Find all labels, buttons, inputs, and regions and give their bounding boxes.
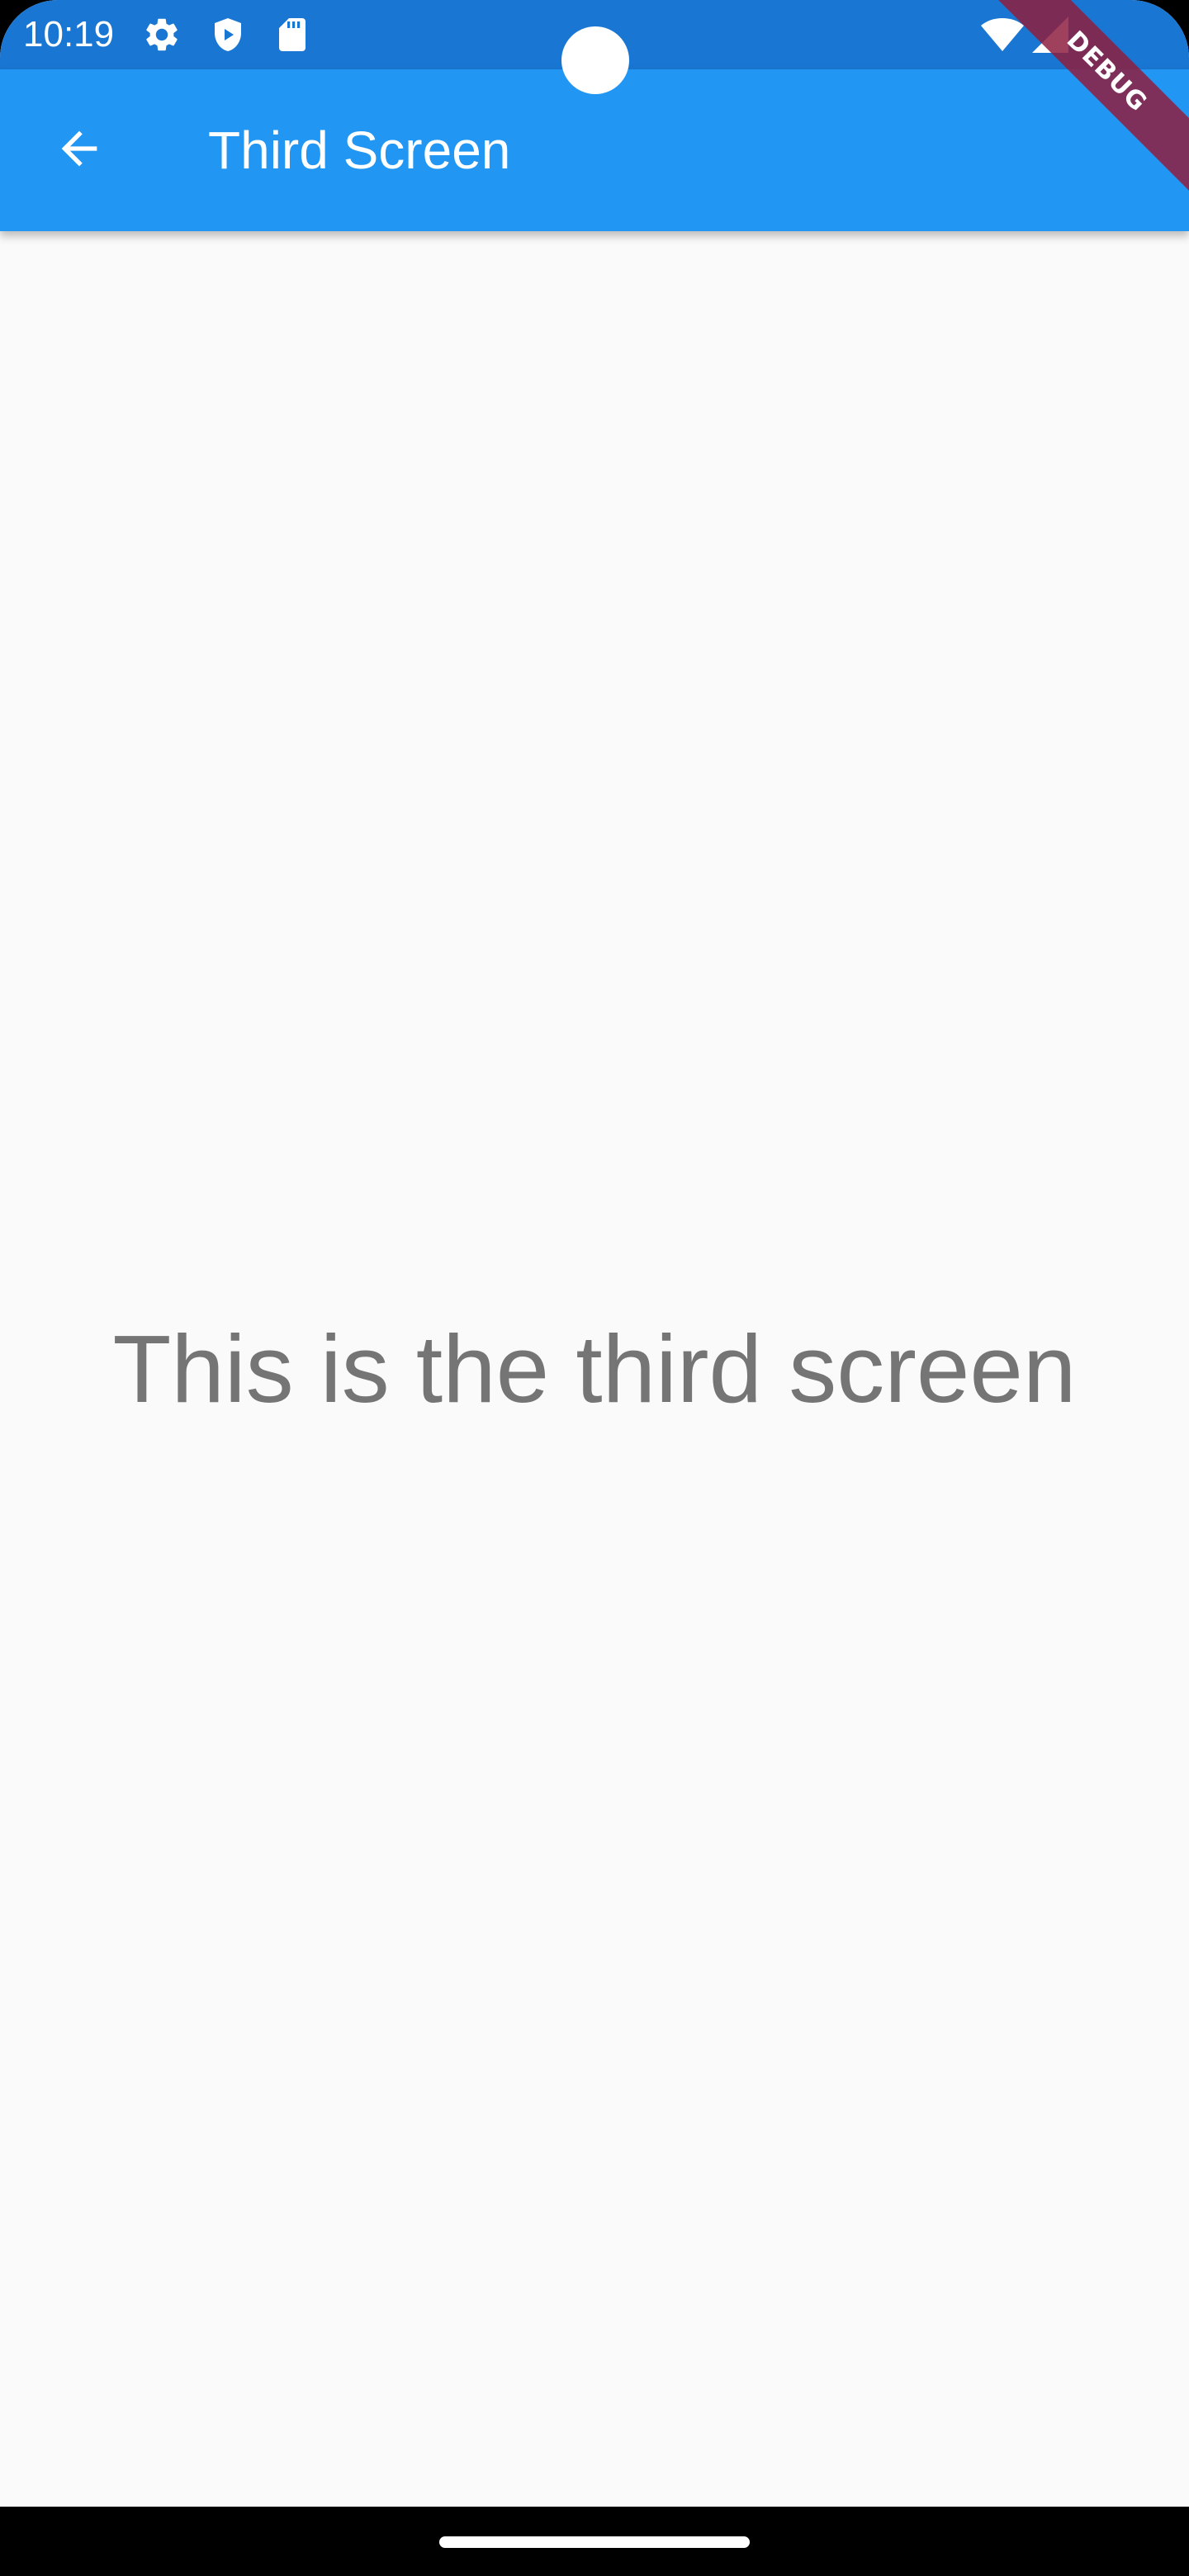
page-title: Third Screen: [208, 121, 511, 180]
screen: 10:19 Third Screen DEBUG This is the thi…: [0, 0, 1189, 2576]
signal-icon: [1032, 17, 1072, 56]
body-content: This is the third screen: [0, 231, 1189, 2507]
sd-card-icon: [272, 15, 312, 54]
arrow-back-icon: [53, 122, 106, 179]
body-text: This is the third screen: [112, 1315, 1077, 1423]
status-time: 10:19: [23, 14, 115, 54]
back-button[interactable]: [33, 104, 126, 197]
navigation-bar: [0, 2507, 1189, 2576]
camera-cutout: [561, 26, 629, 94]
gear-icon: [142, 15, 182, 54]
home-indicator[interactable]: [439, 2536, 750, 2548]
play-protect-icon: [208, 15, 248, 54]
wifi-icon: [981, 17, 1024, 56]
